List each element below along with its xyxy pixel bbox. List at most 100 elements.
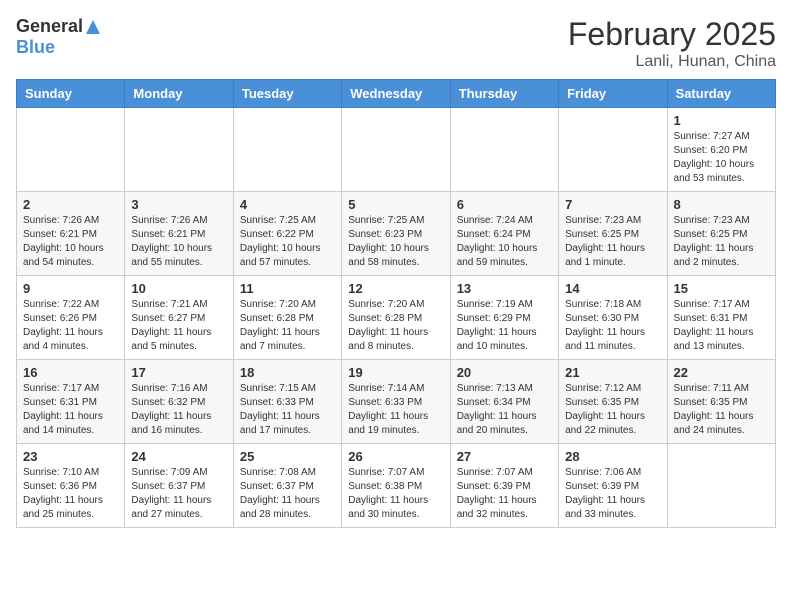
day-info: Sunrise: 7:23 AM Sunset: 6:25 PM Dayligh… xyxy=(674,214,769,270)
calendar-week-4: 16Sunrise: 7:17 AM Sunset: 6:31 PM Dayli… xyxy=(17,360,776,444)
logo-icon xyxy=(84,18,102,36)
day-info: Sunrise: 7:15 AM Sunset: 6:33 PM Dayligh… xyxy=(240,382,335,438)
day-info: Sunrise: 7:20 AM Sunset: 6:28 PM Dayligh… xyxy=(240,298,335,354)
calendar-cell: 22 Sunrise: 7:11 AM Sunset: 6:35 PM Dayli… xyxy=(667,360,775,444)
calendar-cell: 16Sunrise: 7:17 AM Sunset: 6:31 PM Dayli… xyxy=(17,360,125,444)
calendar-cell xyxy=(17,108,125,192)
calendar-cell xyxy=(342,108,450,192)
day-number: 10 xyxy=(131,281,226,296)
calendar-cell: 12 Sunrise: 7:20 AM Sunset: 6:28 PM Dayli… xyxy=(342,276,450,360)
day-number: 24 xyxy=(131,449,226,464)
calendar-cell: 4 Sunrise: 7:25 AM Sunset: 6:22 PM Daylig… xyxy=(233,192,341,276)
calendar-cell: 27 Sunrise: 7:07 AM Sunset: 6:39 PM Dayli… xyxy=(450,444,558,528)
location: Lanli, Hunan, China xyxy=(568,53,776,71)
calendar-week-1: 1 Sunrise: 7:27 AM Sunset: 6:20 PM Daylig… xyxy=(17,108,776,192)
day-info: Sunrise: 7:09 AM Sunset: 6:37 PM Dayligh… xyxy=(131,466,226,522)
calendar-cell: 20 Sunrise: 7:13 AM Sunset: 6:34 PM Dayli… xyxy=(450,360,558,444)
page-header: General Blue February 2025 Lanli, Hunan,… xyxy=(16,16,776,71)
day-info: Sunrise: 7:17 AM Sunset: 6:31 PM Dayligh… xyxy=(674,298,769,354)
calendar-cell xyxy=(233,108,341,192)
calendar-cell: 28 Sunrise: 7:06 AM Sunset: 6:39 PM Dayli… xyxy=(559,444,667,528)
day-number: 19 xyxy=(348,365,443,380)
calendar-cell: 6Sunrise: 7:24 AM Sunset: 6:24 PM Daylig… xyxy=(450,192,558,276)
weekday-header-friday: Friday xyxy=(559,80,667,108)
calendar-cell xyxy=(559,108,667,192)
day-info: Sunrise: 7:10 AM Sunset: 6:36 PM Dayligh… xyxy=(23,466,118,522)
day-number: 14 xyxy=(565,281,660,296)
title-block: February 2025 Lanli, Hunan, China xyxy=(568,16,776,71)
day-number: 9 xyxy=(23,281,118,296)
day-info: Sunrise: 7:14 AM Sunset: 6:33 PM Dayligh… xyxy=(348,382,443,438)
day-info: Sunrise: 7:26 AM Sunset: 6:21 PM Dayligh… xyxy=(23,214,118,270)
day-info: Sunrise: 7:19 AM Sunset: 6:29 PM Dayligh… xyxy=(457,298,552,354)
day-number: 12 xyxy=(348,281,443,296)
day-number: 15 xyxy=(674,281,769,296)
day-info: Sunrise: 7:13 AM Sunset: 6:34 PM Dayligh… xyxy=(457,382,552,438)
day-info: Sunrise: 7:23 AM Sunset: 6:25 PM Dayligh… xyxy=(565,214,660,270)
day-number: 3 xyxy=(131,197,226,212)
calendar-cell xyxy=(667,444,775,528)
day-number: 17 xyxy=(131,365,226,380)
calendar-cell: 17 Sunrise: 7:16 AM Sunset: 6:32 PM Dayli… xyxy=(125,360,233,444)
day-number: 25 xyxy=(240,449,335,464)
day-info: Sunrise: 7:11 AM Sunset: 6:35 PM Dayligh… xyxy=(674,382,769,438)
calendar-cell xyxy=(125,108,233,192)
weekday-header-sunday: Sunday xyxy=(17,80,125,108)
day-info: Sunrise: 7:20 AM Sunset: 6:28 PM Dayligh… xyxy=(348,298,443,354)
calendar-cell: 26 Sunrise: 7:07 AM Sunset: 6:38 PM Dayli… xyxy=(342,444,450,528)
day-number: 1 xyxy=(674,113,769,128)
logo-general-text: General xyxy=(16,16,83,37)
day-number: 11 xyxy=(240,281,335,296)
day-number: 6 xyxy=(457,197,552,212)
day-number: 18 xyxy=(240,365,335,380)
day-number: 16 xyxy=(23,365,118,380)
day-number: 5 xyxy=(348,197,443,212)
calendar-cell: 14 Sunrise: 7:18 AM Sunset: 6:30 PM Dayli… xyxy=(559,276,667,360)
day-number: 20 xyxy=(457,365,552,380)
calendar-cell xyxy=(450,108,558,192)
calendar-cell: 21Sunrise: 7:12 AM Sunset: 6:35 PM Dayli… xyxy=(559,360,667,444)
calendar-cell: 2Sunrise: 7:26 AM Sunset: 6:21 PM Daylig… xyxy=(17,192,125,276)
calendar-cell: 3 Sunrise: 7:26 AM Sunset: 6:21 PM Daylig… xyxy=(125,192,233,276)
day-info: Sunrise: 7:21 AM Sunset: 6:27 PM Dayligh… xyxy=(131,298,226,354)
calendar-cell: 10 Sunrise: 7:21 AM Sunset: 6:27 PM Dayli… xyxy=(125,276,233,360)
calendar-cell: 13 Sunrise: 7:19 AM Sunset: 6:29 PM Dayli… xyxy=(450,276,558,360)
day-info: Sunrise: 7:06 AM Sunset: 6:39 PM Dayligh… xyxy=(565,466,660,522)
day-info: Sunrise: 7:18 AM Sunset: 6:30 PM Dayligh… xyxy=(565,298,660,354)
weekday-header-tuesday: Tuesday xyxy=(233,80,341,108)
logo: General Blue xyxy=(16,16,103,58)
calendar-cell: 9 Sunrise: 7:22 AM Sunset: 6:26 PM Daylig… xyxy=(17,276,125,360)
month-title: February 2025 xyxy=(568,16,776,53)
calendar-table: SundayMondayTuesdayWednesdayThursdayFrid… xyxy=(16,79,776,528)
day-number: 21 xyxy=(565,365,660,380)
day-info: Sunrise: 7:22 AM Sunset: 6:26 PM Dayligh… xyxy=(23,298,118,354)
calendar-cell: 15 Sunrise: 7:17 AM Sunset: 6:31 PM Dayli… xyxy=(667,276,775,360)
day-info: Sunrise: 7:16 AM Sunset: 6:32 PM Dayligh… xyxy=(131,382,226,438)
calendar-cell: 23 Sunrise: 7:10 AM Sunset: 6:36 PM Dayli… xyxy=(17,444,125,528)
calendar-cell: 1 Sunrise: 7:27 AM Sunset: 6:20 PM Daylig… xyxy=(667,108,775,192)
day-number: 23 xyxy=(23,449,118,464)
calendar-week-3: 9 Sunrise: 7:22 AM Sunset: 6:26 PM Daylig… xyxy=(17,276,776,360)
day-number: 13 xyxy=(457,281,552,296)
day-info: Sunrise: 7:25 AM Sunset: 6:22 PM Dayligh… xyxy=(240,214,335,270)
calendar-cell: 7 Sunrise: 7:23 AM Sunset: 6:25 PM Daylig… xyxy=(559,192,667,276)
day-number: 7 xyxy=(565,197,660,212)
calendar-cell: 25Sunrise: 7:08 AM Sunset: 6:37 PM Dayli… xyxy=(233,444,341,528)
day-number: 8 xyxy=(674,197,769,212)
day-info: Sunrise: 7:26 AM Sunset: 6:21 PM Dayligh… xyxy=(131,214,226,270)
day-number: 4 xyxy=(240,197,335,212)
calendar-cell: 5Sunrise: 7:25 AM Sunset: 6:23 PM Daylig… xyxy=(342,192,450,276)
day-info: Sunrise: 7:07 AM Sunset: 6:39 PM Dayligh… xyxy=(457,466,552,522)
weekday-header-saturday: Saturday xyxy=(667,80,775,108)
calendar-header-row: SundayMondayTuesdayWednesdayThursdayFrid… xyxy=(17,80,776,108)
day-info: Sunrise: 7:27 AM Sunset: 6:20 PM Dayligh… xyxy=(674,130,769,186)
day-number: 27 xyxy=(457,449,552,464)
day-number: 22 xyxy=(674,365,769,380)
logo-blue-text: Blue xyxy=(16,37,55,57)
weekday-header-monday: Monday xyxy=(125,80,233,108)
day-number: 26 xyxy=(348,449,443,464)
calendar-week-2: 2Sunrise: 7:26 AM Sunset: 6:21 PM Daylig… xyxy=(17,192,776,276)
day-number: 28 xyxy=(565,449,660,464)
day-info: Sunrise: 7:07 AM Sunset: 6:38 PM Dayligh… xyxy=(348,466,443,522)
weekday-header-thursday: Thursday xyxy=(450,80,558,108)
